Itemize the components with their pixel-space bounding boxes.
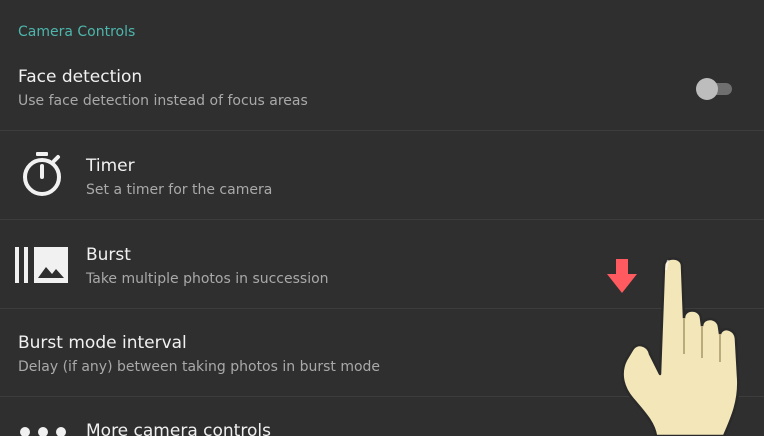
more-dots-icon xyxy=(20,427,66,436)
timer-row[interactable]: Timer Set a timer for the camera xyxy=(0,131,764,219)
timer-icon xyxy=(23,152,61,196)
more-camera-controls-title: More camera controls xyxy=(86,421,271,436)
face-detection-title: Face detection xyxy=(18,67,143,87)
burst-summary: Take multiple photos in succession xyxy=(86,271,329,287)
burst-mode-interval-summary: Delay (if any) between taking photos in … xyxy=(18,359,381,375)
timer-title: Timer xyxy=(86,156,135,176)
burst-title: Burst xyxy=(86,245,131,265)
timer-summary: Set a timer for the camera xyxy=(86,182,273,198)
burst-icon xyxy=(15,247,68,283)
face-detection-row[interactable]: Face detection Use face detection instea… xyxy=(0,56,764,130)
toggle-thumb xyxy=(696,78,718,100)
settings-screen: Camera Controls Face detection Use face … xyxy=(0,0,764,436)
section-header-camera-controls: Camera Controls xyxy=(18,24,136,40)
screenshot-border xyxy=(764,0,771,436)
face-detection-summary: Use face detection instead of focus area… xyxy=(18,93,308,109)
burst-mode-interval-title: Burst mode interval xyxy=(18,333,187,353)
face-detection-toggle[interactable] xyxy=(696,78,736,100)
pointing-hand-icon xyxy=(621,257,740,436)
